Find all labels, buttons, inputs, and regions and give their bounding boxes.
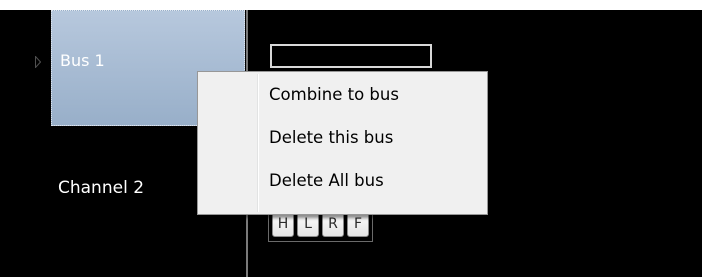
bus-label: Bus 1 xyxy=(60,51,105,70)
bus-list-panel: Bus 1 Channel 2 H L R F Combine to bus D… xyxy=(0,10,702,277)
channel-label[interactable]: Channel 2 xyxy=(58,178,144,198)
menu-item-combine-to-bus[interactable]: Combine to bus xyxy=(200,79,485,117)
bus-selector-combo[interactable] xyxy=(270,44,432,68)
menu-item-label: Combine to bus xyxy=(269,85,399,104)
menu-item-label: Delete All bus xyxy=(269,171,384,190)
context-menu: Combine to bus Delete this bus Delete Al… xyxy=(197,71,488,215)
menu-item-delete-this-bus[interactable]: Delete this bus xyxy=(200,122,485,160)
row-indicator-arrow-icon xyxy=(35,56,41,68)
menu-item-label: Delete this bus xyxy=(269,128,394,147)
menu-item-delete-all-bus[interactable]: Delete All bus xyxy=(200,165,485,203)
